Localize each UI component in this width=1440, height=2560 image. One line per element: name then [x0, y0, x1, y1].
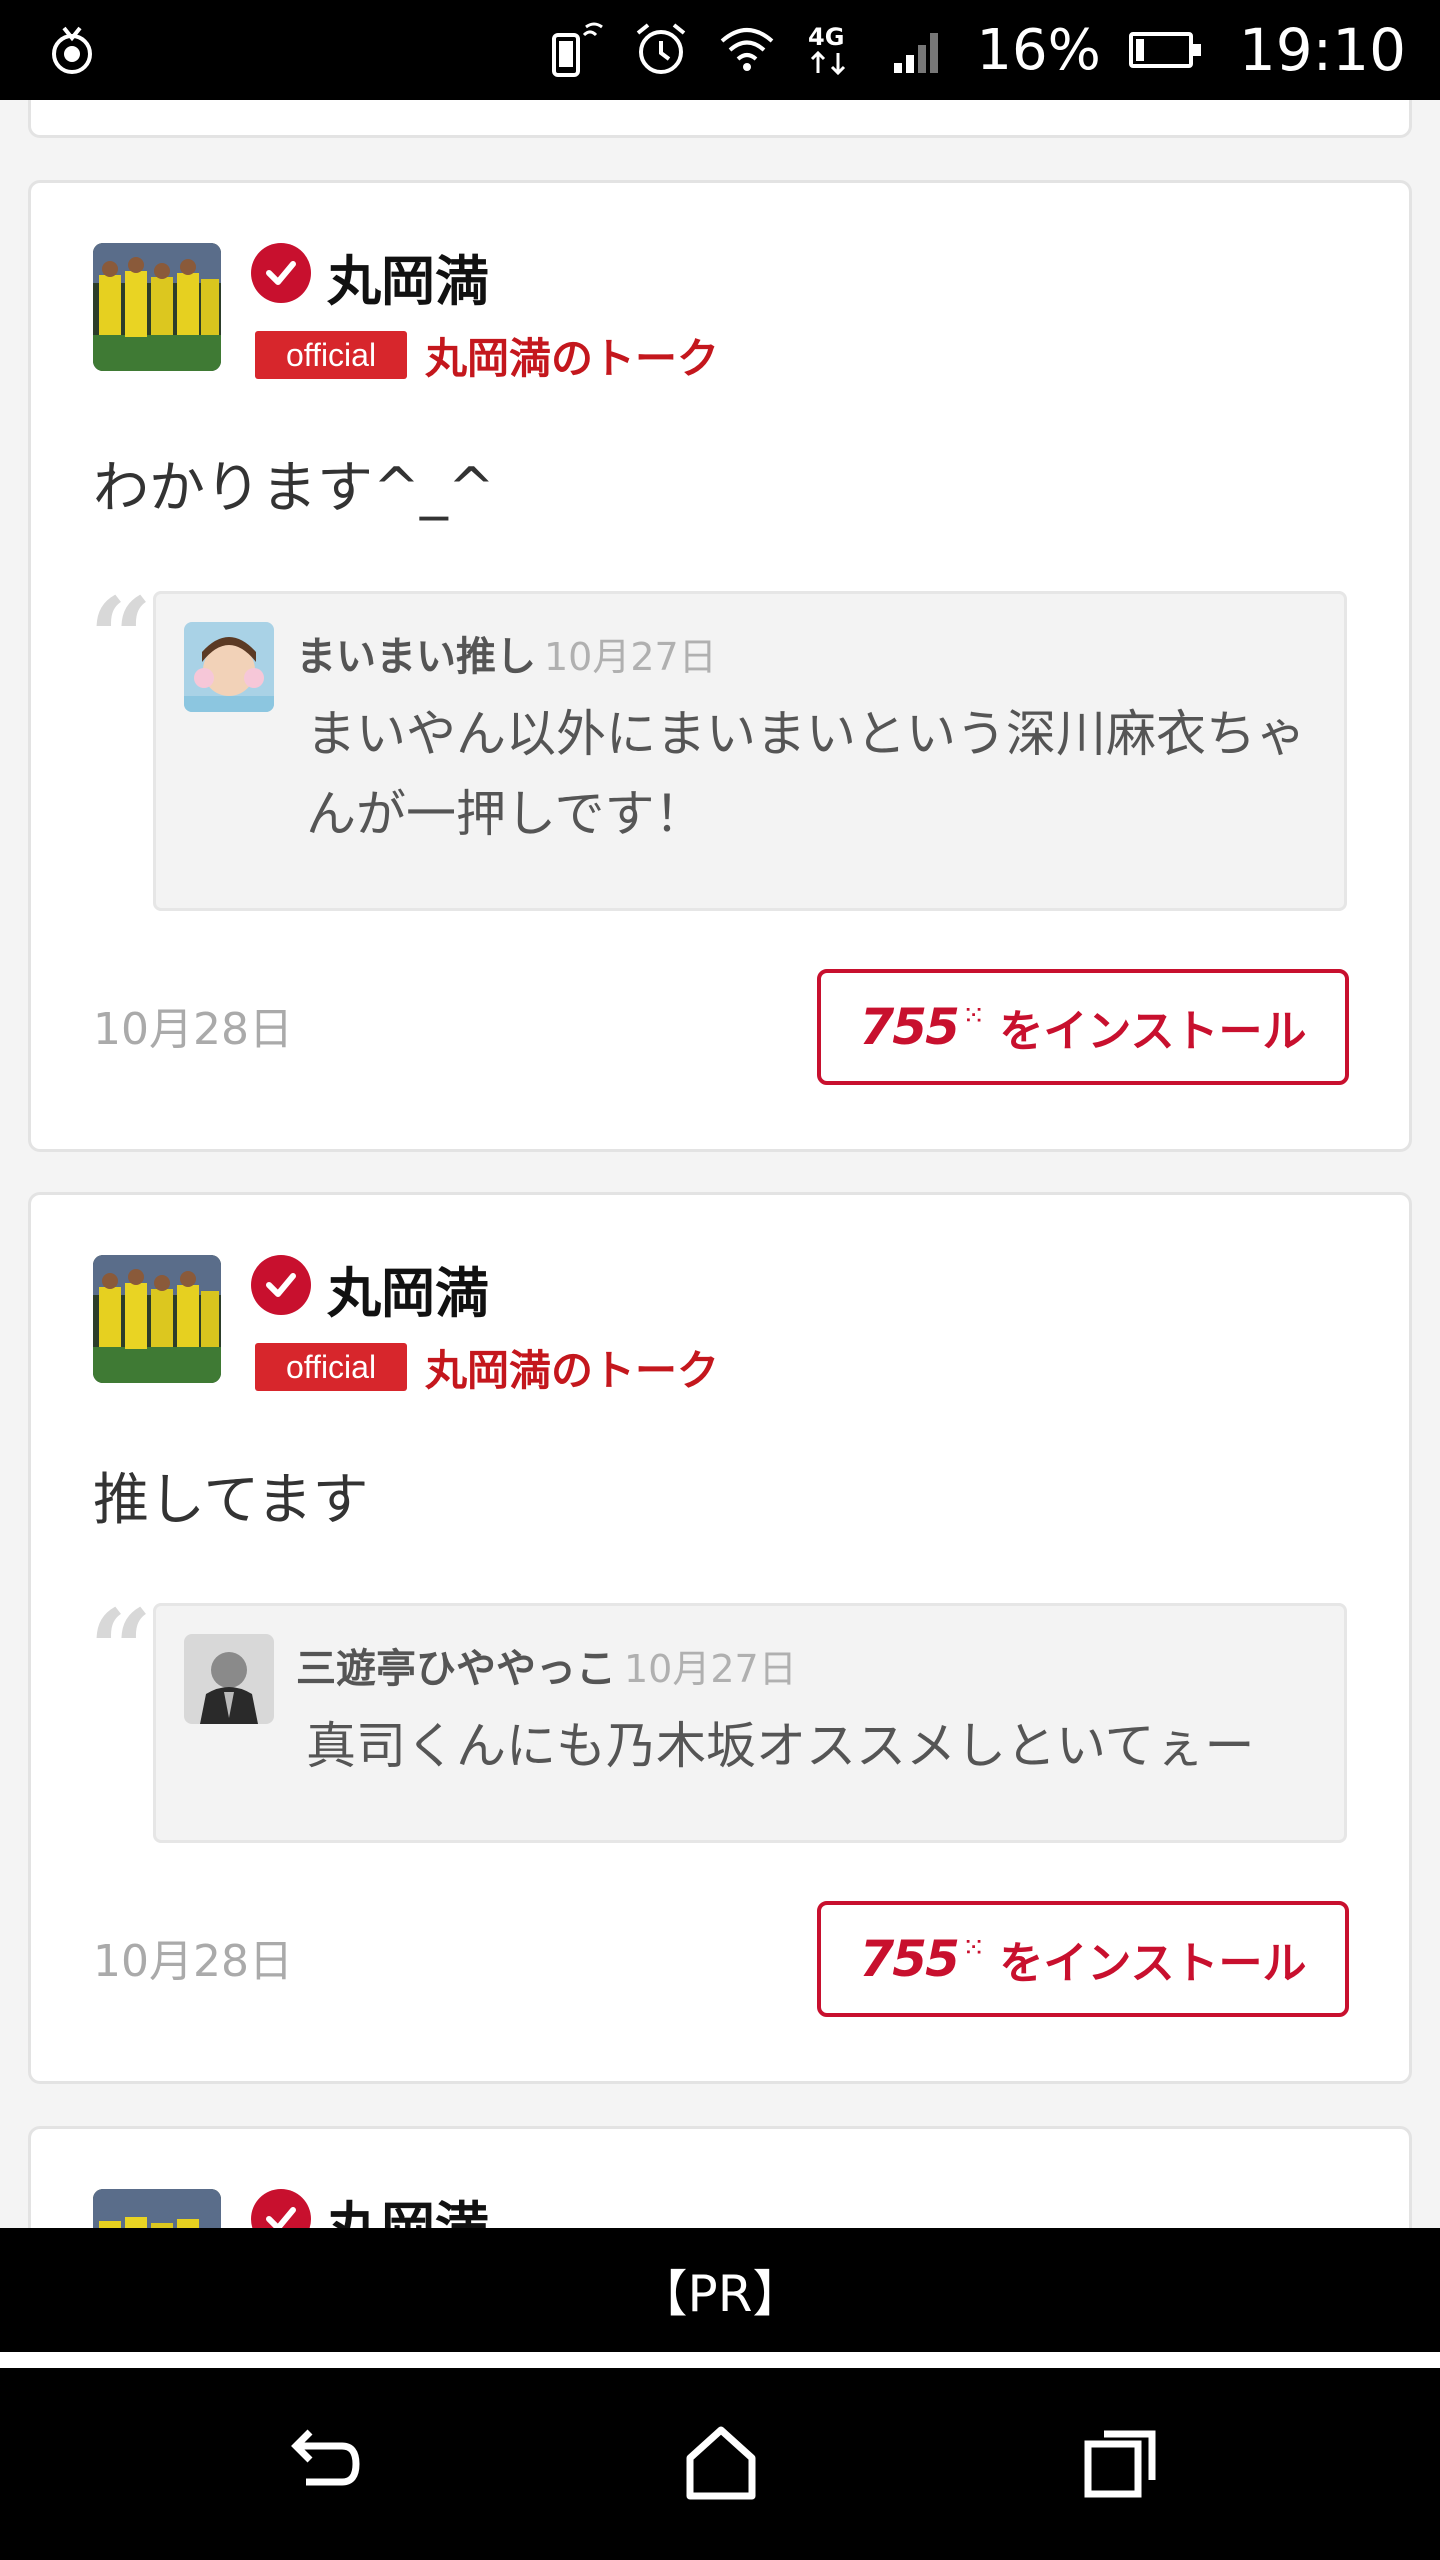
post-card: 丸岡満 [28, 2126, 1412, 2228]
quote-date: 10月27日 [624, 1647, 797, 1691]
author-avatar[interactable] [93, 2189, 221, 2228]
install-755-button[interactable]: 755 ⁙ をインストール [817, 969, 1349, 1085]
official-badge: official [255, 331, 407, 379]
verified-check-icon [251, 1255, 311, 1315]
755-logo: 755 [859, 1930, 960, 1988]
post-card-previous [28, 100, 1412, 138]
recents-icon[interactable] [1076, 2418, 1166, 2508]
spark-icon: ⁙ [961, 998, 986, 1032]
quote-mark-icon: “ [89, 573, 153, 702]
quoted-comment: まいまい推し 10月27日 まいやん以外にまいまいという深川麻衣ちゃんが一押しです… [153, 591, 1347, 911]
quoted-comment: 三遊亭ひややっこ 10月27日 真司くんにも乃木坂オススメしといてぇー [153, 1603, 1347, 1843]
author-name[interactable]: 丸岡満 [327, 1249, 489, 1328]
post-card: 丸岡満 official 丸岡満のトーク 推してます “ 三遊亭ひややっこ 10月… [28, 1192, 1412, 2084]
quote-mark-icon: “ [89, 1585, 153, 1714]
install-button-label: をインストール [999, 1938, 1307, 1989]
notification-icon [52, 26, 92, 74]
battery-icon [1128, 32, 1201, 68]
quote-author[interactable]: まいまい推し 10月27日 [296, 624, 717, 682]
install-button-label: をインストール [999, 1006, 1307, 1057]
post-text: 推してます [93, 1468, 369, 1533]
quote-text: 真司くんにも乃木坂オススメしといてぇー [306, 1717, 1255, 1775]
battery-level [1135, 39, 1144, 61]
verified-check-icon [251, 243, 311, 303]
wifi-icon [721, 28, 774, 71]
quote-author-name: 三遊亭ひややっこ [296, 1646, 616, 1692]
signal-icon [894, 33, 939, 73]
verified-check-icon [251, 2189, 311, 2228]
quote-author[interactable]: 三遊亭ひややっこ 10月27日 [296, 1636, 797, 1694]
official-badge: official [255, 1343, 407, 1391]
clock: 19:10 [1238, 16, 1406, 84]
spark-icon: ⁙ [961, 1930, 986, 1964]
755-logo: 755 [859, 998, 960, 1056]
post-feed[interactable]: 丸岡満 official 丸岡満のトーク わかります^_^ “ まいまい推し 10… [0, 100, 1440, 2228]
post-card: 丸岡満 official 丸岡満のトーク わかります^_^ “ まいまい推し 10… [28, 180, 1412, 1152]
home-icon[interactable] [676, 2418, 766, 2508]
quote-author-name: まいまい推し [296, 634, 536, 680]
author-avatar[interactable] [93, 1255, 221, 1383]
talk-link[interactable]: 丸岡満のトーク [425, 325, 719, 386]
talk-link[interactable]: 丸岡満のトーク [425, 1337, 719, 1398]
vibrate-icon [552, 22, 604, 77]
install-755-button[interactable]: 755 ⁙ をインストール [817, 1901, 1349, 2017]
post-date: 10月28日 [93, 1936, 293, 1987]
svg-text:4G: 4G [808, 23, 844, 51]
pr-banner[interactable]: 【PR】 [0, 2228, 1440, 2352]
author-name[interactable]: 丸岡満 [327, 2183, 489, 2228]
back-icon[interactable] [276, 2418, 366, 2508]
author-name[interactable]: 丸岡満 [327, 237, 489, 316]
pr-label: 【PR】 [637, 2265, 803, 2323]
quote-author-avatar[interactable] [184, 622, 274, 712]
4g-icon: 4G [808, 23, 846, 76]
alarm-icon [637, 23, 686, 74]
quote-date: 10月27日 [544, 635, 717, 679]
quote-text: まいやん以外にまいまいという深川麻衣ちゃんが一押しです！ [306, 705, 1306, 843]
banner-gap [0, 2352, 1440, 2368]
battery-percent: 16% [976, 17, 1101, 83]
quote-author-avatar[interactable] [184, 1634, 274, 1724]
author-avatar[interactable] [93, 243, 221, 371]
status-bar: 4G 16% 19:10 [0, 0, 1440, 100]
post-date: 10月28日 [93, 1004, 293, 1055]
post-text: わかります^_^ [93, 456, 495, 521]
navigation-bar [0, 2368, 1440, 2560]
